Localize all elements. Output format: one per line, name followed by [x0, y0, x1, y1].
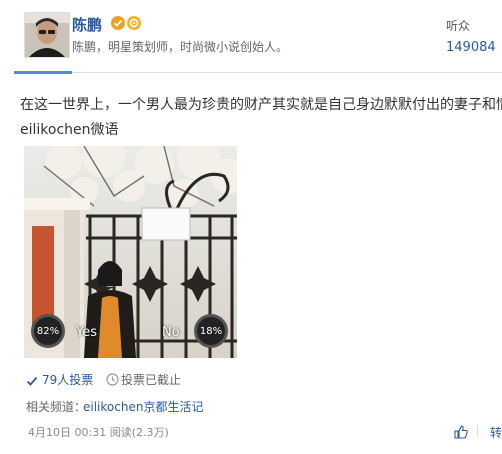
poll-no-percent: 18% — [194, 314, 228, 348]
verified-icon — [111, 16, 125, 30]
repost-link[interactable]: 转 — [490, 424, 502, 441]
vip-icon — [127, 16, 141, 30]
username[interactable]: 陈鹏 — [72, 14, 102, 35]
footer-separator — [477, 425, 478, 437]
avatar-image — [25, 13, 69, 57]
check-icon — [26, 372, 38, 386]
user-bio: 陈鹏，明星策划师，时尚微小说创始人。 — [72, 40, 289, 54]
poll-no-option[interactable]: No — [162, 325, 180, 340]
header-active-tab — [14, 71, 72, 74]
vote-status: 投票已截止 — [121, 373, 182, 387]
post-text-author: eilikochen微语 — [20, 122, 119, 138]
like-icon[interactable] — [454, 424, 468, 439]
related-channel-link[interactable]: eilikochen京都生活记 — [83, 398, 203, 415]
vote-count[interactable]: 79人投票 — [42, 371, 93, 388]
avatar[interactable] — [24, 12, 70, 58]
post-text: 在这一世界上，一个男人最为珍贵的财产其实就是自己身边默默付出的妻子和情 — [20, 97, 502, 113]
header-divider — [14, 72, 502, 73]
poll-yes-option[interactable]: Yes — [76, 325, 97, 340]
post-meta: 4月10日 00:31 阅读(2.3万) — [28, 426, 169, 439]
related-channel-label: 相关频道： — [26, 400, 87, 414]
poll-yes-percent: 82% — [31, 314, 65, 348]
fans-count[interactable]: 149084 — [446, 40, 496, 55]
clock-icon — [106, 371, 119, 386]
fans-label: 听众 — [446, 19, 471, 33]
